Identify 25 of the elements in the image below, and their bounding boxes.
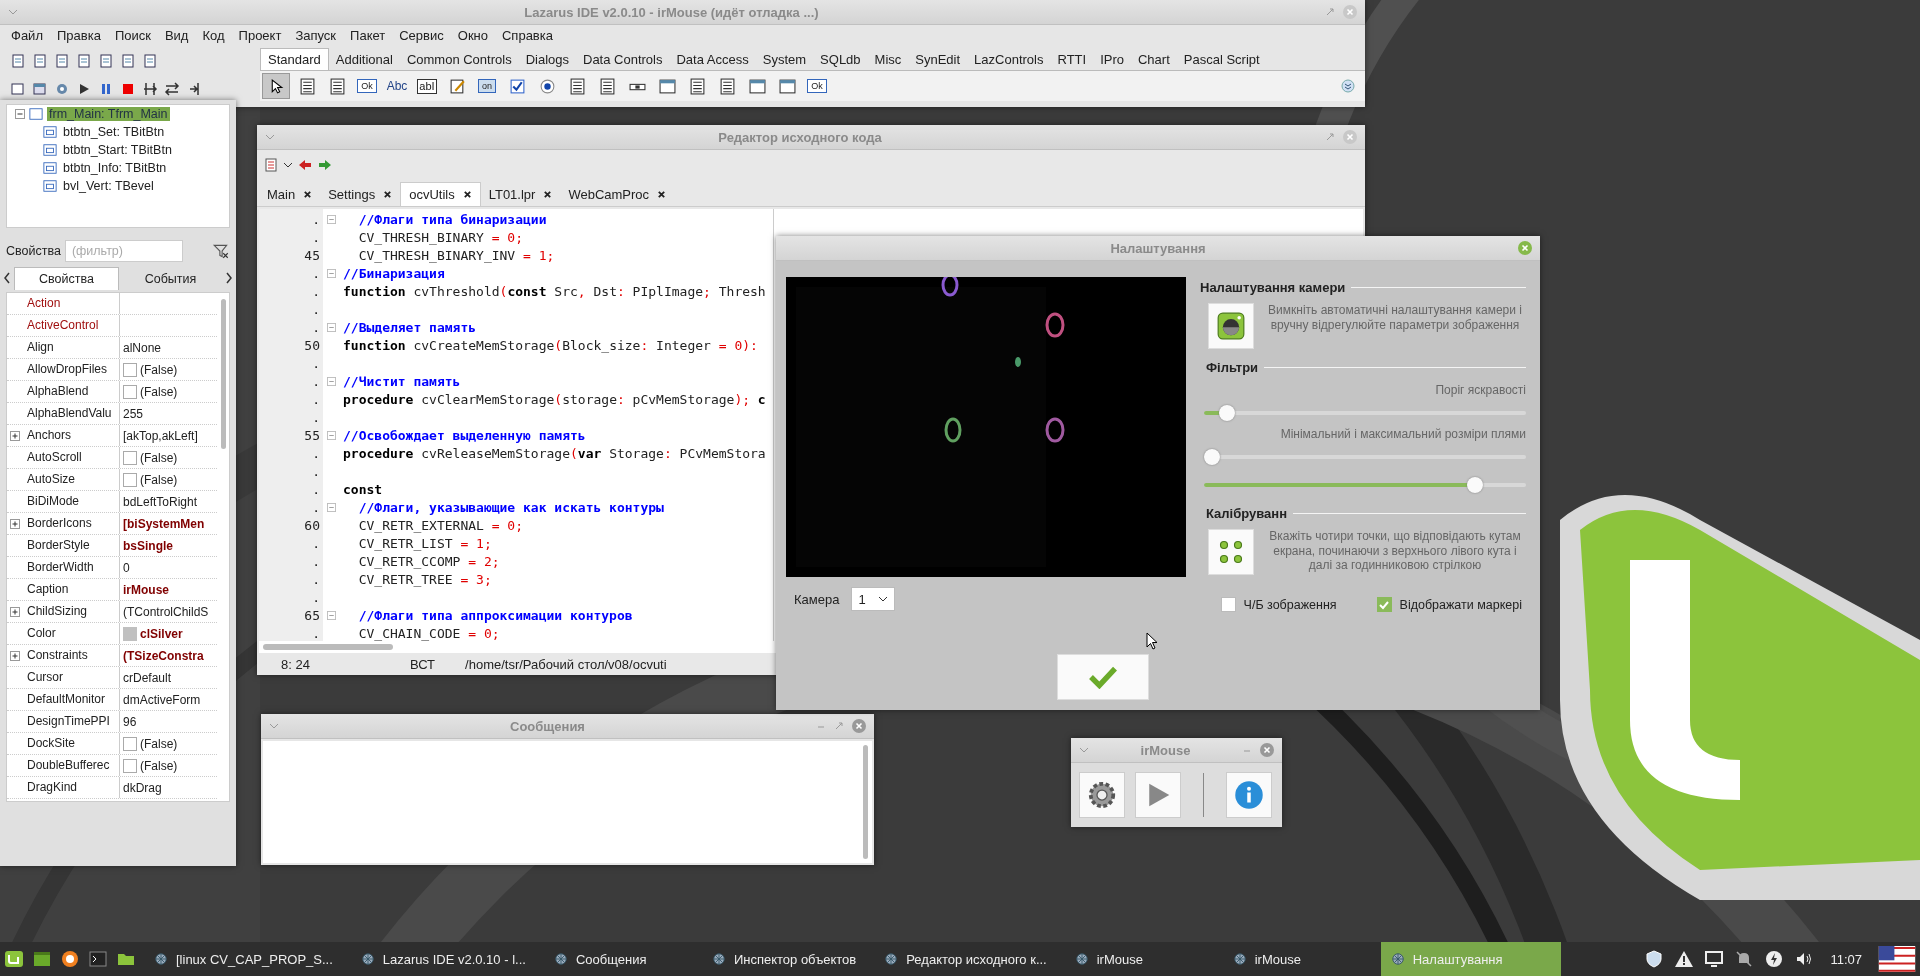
terminal-icon[interactable] xyxy=(88,949,108,969)
shield-icon[interactable] xyxy=(1644,949,1665,969)
app-icon xyxy=(884,952,899,966)
browser-icon[interactable] xyxy=(60,949,80,969)
taskbar-item[interactable]: irMouse xyxy=(1222,942,1373,976)
display-icon[interactable] xyxy=(1704,949,1725,969)
app-icon xyxy=(1390,952,1405,966)
clock[interactable]: 11:07 xyxy=(1830,951,1862,967)
app-icon xyxy=(1074,952,1089,966)
taskbar-item[interactable]: Редактор исходного к... xyxy=(874,942,1057,976)
app-icon xyxy=(711,952,726,966)
app-icon xyxy=(360,952,375,966)
app-icon xyxy=(1232,952,1247,966)
start-menu-icon[interactable] xyxy=(4,949,24,969)
warning-icon[interactable] xyxy=(1674,949,1695,969)
power-icon[interactable] xyxy=(1764,949,1785,969)
taskbar-item[interactable]: [linux CV_CAP_PROP_S... xyxy=(144,942,343,976)
desktop-icon[interactable] xyxy=(32,949,52,969)
taskbar-item[interactable]: Lazarus IDE v2.0.10 - l... xyxy=(350,942,536,976)
keyboard-layout-icon[interactable] xyxy=(1878,946,1916,972)
app-icon xyxy=(553,952,568,966)
taskbar-item[interactable]: irMouse xyxy=(1064,942,1215,976)
app-icon xyxy=(154,952,168,966)
taskbar-item[interactable]: Сообщения xyxy=(543,942,694,976)
taskbar-item[interactable]: Инспектор объектов xyxy=(701,942,867,976)
